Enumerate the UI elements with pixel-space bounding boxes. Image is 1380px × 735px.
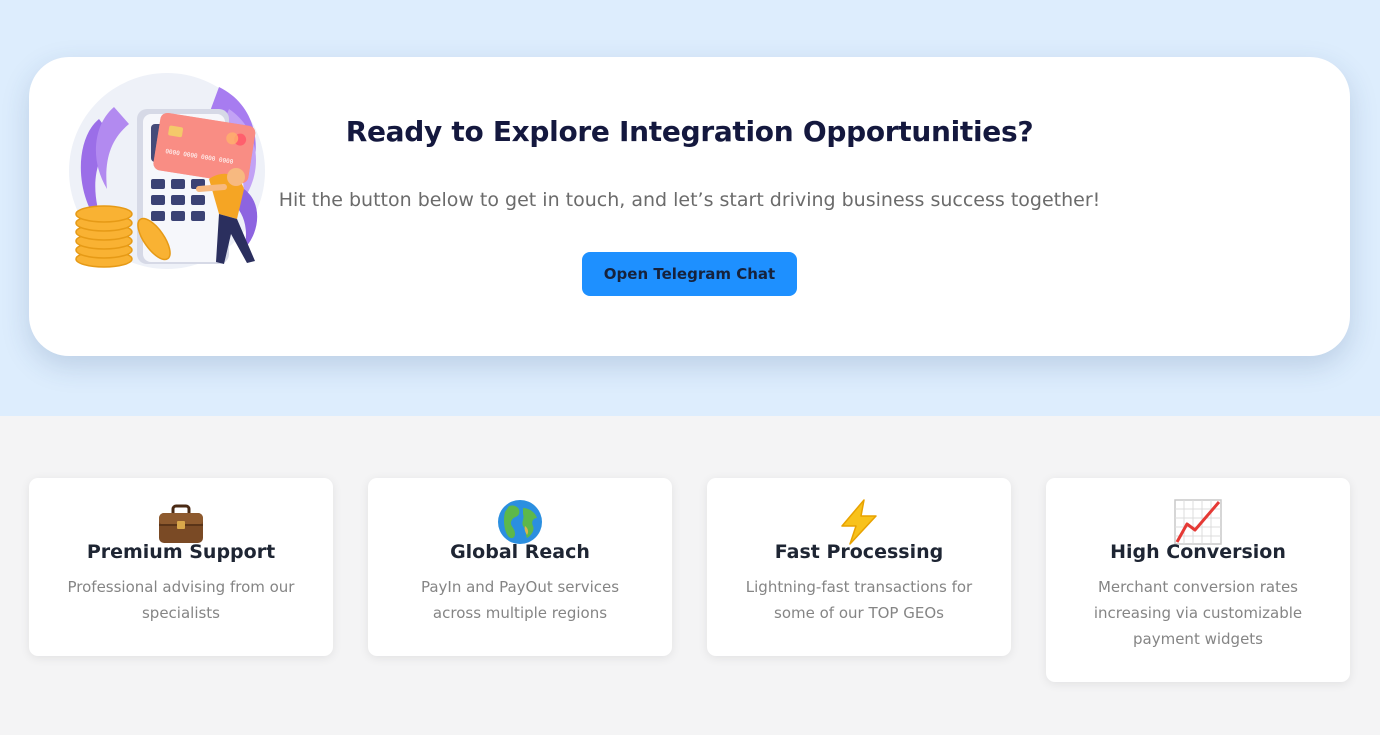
payment-terminal-illustration: 0000 0000 0000 0000 [69,73,265,269]
cta-title: Ready to Explore Integration Opportuniti… [345,115,1034,148]
lightning-icon [841,499,877,545]
feature-title: Global Reach [450,541,590,563]
feature-description: Merchant conversion rates increasing via… [1093,578,1303,648]
feature-title: Premium Support [86,541,276,563]
feature-card-high-conversion: High Conversion Merchant conversion rate… [1046,478,1350,682]
feature-title: High Conversion [1110,541,1286,563]
feature-description: Professional advising from our specialis… [67,578,295,622]
feature-description: PayIn and PayOut services across multipl… [420,578,620,622]
chart-increasing-icon [1174,499,1222,545]
open-telegram-chat-button[interactable]: Open Telegram Chat [582,252,797,296]
briefcase-icon [159,504,203,543]
cta-card: 0000 0000 0000 0000 Ready to Explore Int… [29,57,1350,356]
feature-card-premium-support: Premium Support Professional advising fr… [29,478,333,656]
feature-title: Fast Processing [774,541,944,563]
cta-section: 0000 0000 0000 0000 Ready to Explore Int… [0,0,1380,416]
globe-icon [498,500,542,544]
feature-card-fast-processing: Fast Processing Lightning-fast transacti… [707,478,1011,656]
feature-card-global-reach: Global Reach PayIn and PayOut services a… [368,478,672,656]
feature-description: Lightning-fast transactions for some of … [745,578,973,622]
cta-subtitle: Hit the button below to get in touch, an… [278,189,1101,211]
